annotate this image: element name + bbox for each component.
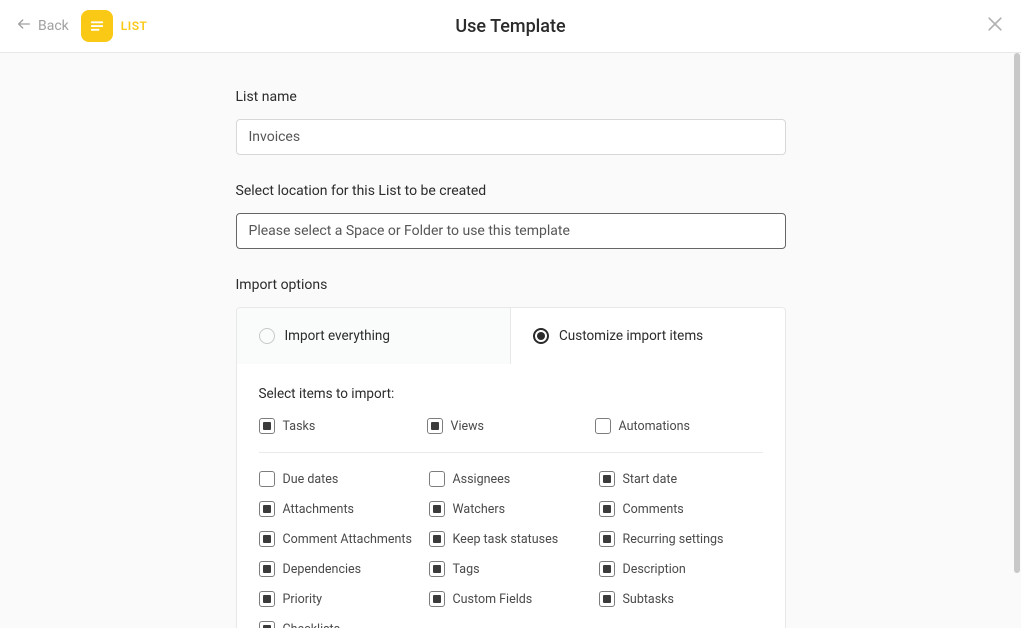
arrow-left-icon	[16, 16, 32, 36]
modal-header: Back LIST Use Template	[0, 0, 1021, 53]
customize-import-option[interactable]: Customize import items	[511, 308, 785, 364]
import.grid_items-item[interactable]: Tags	[429, 561, 599, 577]
checkbox-checked-icon	[259, 418, 275, 434]
import.grid_items-item[interactable]: Comments	[599, 501, 769, 517]
import.grid_items-label: Priority	[283, 592, 323, 607]
import-items-panel: Select items to import: Tasks Views Automa…	[236, 364, 786, 628]
import.grid_items-item[interactable]: Description	[599, 561, 769, 577]
import-options-label: Import options	[236, 277, 786, 293]
list-icon	[81, 10, 113, 42]
scrollbar-thumb[interactable]	[1014, 53, 1020, 573]
import.top_items-label: Automations	[619, 419, 690, 434]
checkbox-checked-icon	[429, 591, 445, 607]
checkbox-checked-icon	[599, 531, 615, 547]
import.grid_items-item[interactable]: Priority	[259, 591, 429, 607]
import.grid_items-label: Checklists	[283, 622, 341, 628]
import-everything-label: Import everything	[285, 328, 390, 344]
list-name-field: List name	[236, 89, 786, 155]
import.grid_items-item[interactable]: Assignees	[429, 471, 599, 487]
checkbox-checked-icon	[599, 501, 615, 517]
import.top_items-label: Tasks	[283, 419, 316, 434]
checkbox-unchecked-icon	[595, 418, 611, 434]
import.grid_items-label: Attachments	[283, 502, 355, 517]
radio-unchecked-icon	[259, 328, 275, 344]
checkbox-checked-icon	[259, 501, 275, 517]
import.grid_items-item[interactable]: Attachments	[259, 501, 429, 517]
import.grid_items-label: Custom Fields	[453, 592, 533, 607]
import.grid_items-label: Assignees	[453, 472, 511, 487]
list-badge: LIST	[81, 10, 148, 42]
checkbox-checked-icon	[429, 561, 445, 577]
customize-import-label: Customize import items	[559, 328, 703, 344]
import-options-section: Import options Import everything Customi…	[236, 277, 786, 628]
import.grid_items-item[interactable]: Dependencies	[259, 561, 429, 577]
import-items-grid: Due dates Assignees Start date Attachments W…	[259, 471, 763, 628]
list-badge-label: LIST	[121, 19, 148, 33]
checkbox-checked-icon	[429, 501, 445, 517]
import.top_items-item[interactable]: Views	[427, 418, 595, 434]
import-items-title: Select items to import:	[259, 386, 763, 402]
import.grid_items-item[interactable]: Checklists	[259, 621, 429, 628]
form-container: List name Select location for this List …	[236, 53, 786, 628]
back-button[interactable]: Back	[16, 16, 69, 36]
import-mode-row: Import everything Customize import items	[236, 307, 786, 364]
checkbox-checked-icon	[429, 531, 445, 547]
import.grid_items-item[interactable]: Subtasks	[599, 591, 769, 607]
close-button[interactable]	[985, 14, 1005, 38]
import.grid_items-item[interactable]: Keep task statuses	[429, 531, 599, 547]
location-select[interactable]: Please select a Space or Folder to use t…	[236, 213, 786, 249]
import.grid_items-item[interactable]: Custom Fields	[429, 591, 599, 607]
import.grid_items-item[interactable]: Due dates	[259, 471, 429, 487]
location-placeholder: Please select a Space or Folder to use t…	[249, 223, 570, 239]
checkbox-checked-icon	[259, 561, 275, 577]
import.grid_items-label: Due dates	[283, 472, 339, 487]
checkbox-checked-icon	[427, 418, 443, 434]
import.grid_items-item[interactable]: Comment Attachments	[259, 531, 429, 547]
checkbox-unchecked-icon	[259, 471, 275, 487]
location-label: Select location for this List to be crea…	[236, 183, 786, 199]
import.grid_items-label: Start date	[623, 472, 678, 487]
list-name-input[interactable]	[236, 119, 786, 155]
import.grid_items-label: Comment Attachments	[283, 532, 412, 547]
import.grid_items-label: Description	[623, 562, 686, 577]
divider	[259, 452, 763, 453]
checkbox-checked-icon	[599, 471, 615, 487]
checkbox-checked-icon	[599, 561, 615, 577]
import.grid_items-label: Comments	[623, 502, 684, 517]
import.grid_items-label: Keep task statuses	[453, 532, 559, 547]
import.grid_items-label: Dependencies	[283, 562, 362, 577]
import.grid_items-label: Watchers	[453, 502, 506, 517]
import.grid_items-label: Tags	[453, 562, 480, 577]
modal-body: List name Select location for this List …	[0, 53, 1021, 628]
close-icon	[985, 19, 1005, 38]
checkbox-checked-icon	[259, 621, 275, 628]
list-name-label: List name	[236, 89, 786, 105]
import.top_items-label: Views	[451, 419, 484, 434]
import-everything-option[interactable]: Import everything	[237, 308, 512, 364]
import.grid_items-label: Subtasks	[623, 592, 674, 607]
import.top_items-item[interactable]: Tasks	[259, 418, 427, 434]
checkbox-unchecked-icon	[429, 471, 445, 487]
modal-title: Use Template	[455, 16, 565, 37]
location-field: Select location for this List to be crea…	[236, 183, 786, 249]
import.grid_items-item[interactable]: Start date	[599, 471, 769, 487]
import.grid_items-item[interactable]: Recurring settings	[599, 531, 769, 547]
checkbox-checked-icon	[599, 591, 615, 607]
checkbox-checked-icon	[259, 531, 275, 547]
import-top-row: Tasks Views Automations	[259, 418, 763, 434]
back-label: Back	[38, 18, 69, 34]
scrollbar-track[interactable]	[1013, 53, 1021, 628]
import.top_items-item[interactable]: Automations	[595, 418, 763, 434]
checkbox-checked-icon	[259, 591, 275, 607]
import.grid_items-label: Recurring settings	[623, 532, 724, 547]
import.grid_items-item[interactable]: Watchers	[429, 501, 599, 517]
radio-checked-icon	[533, 328, 549, 344]
